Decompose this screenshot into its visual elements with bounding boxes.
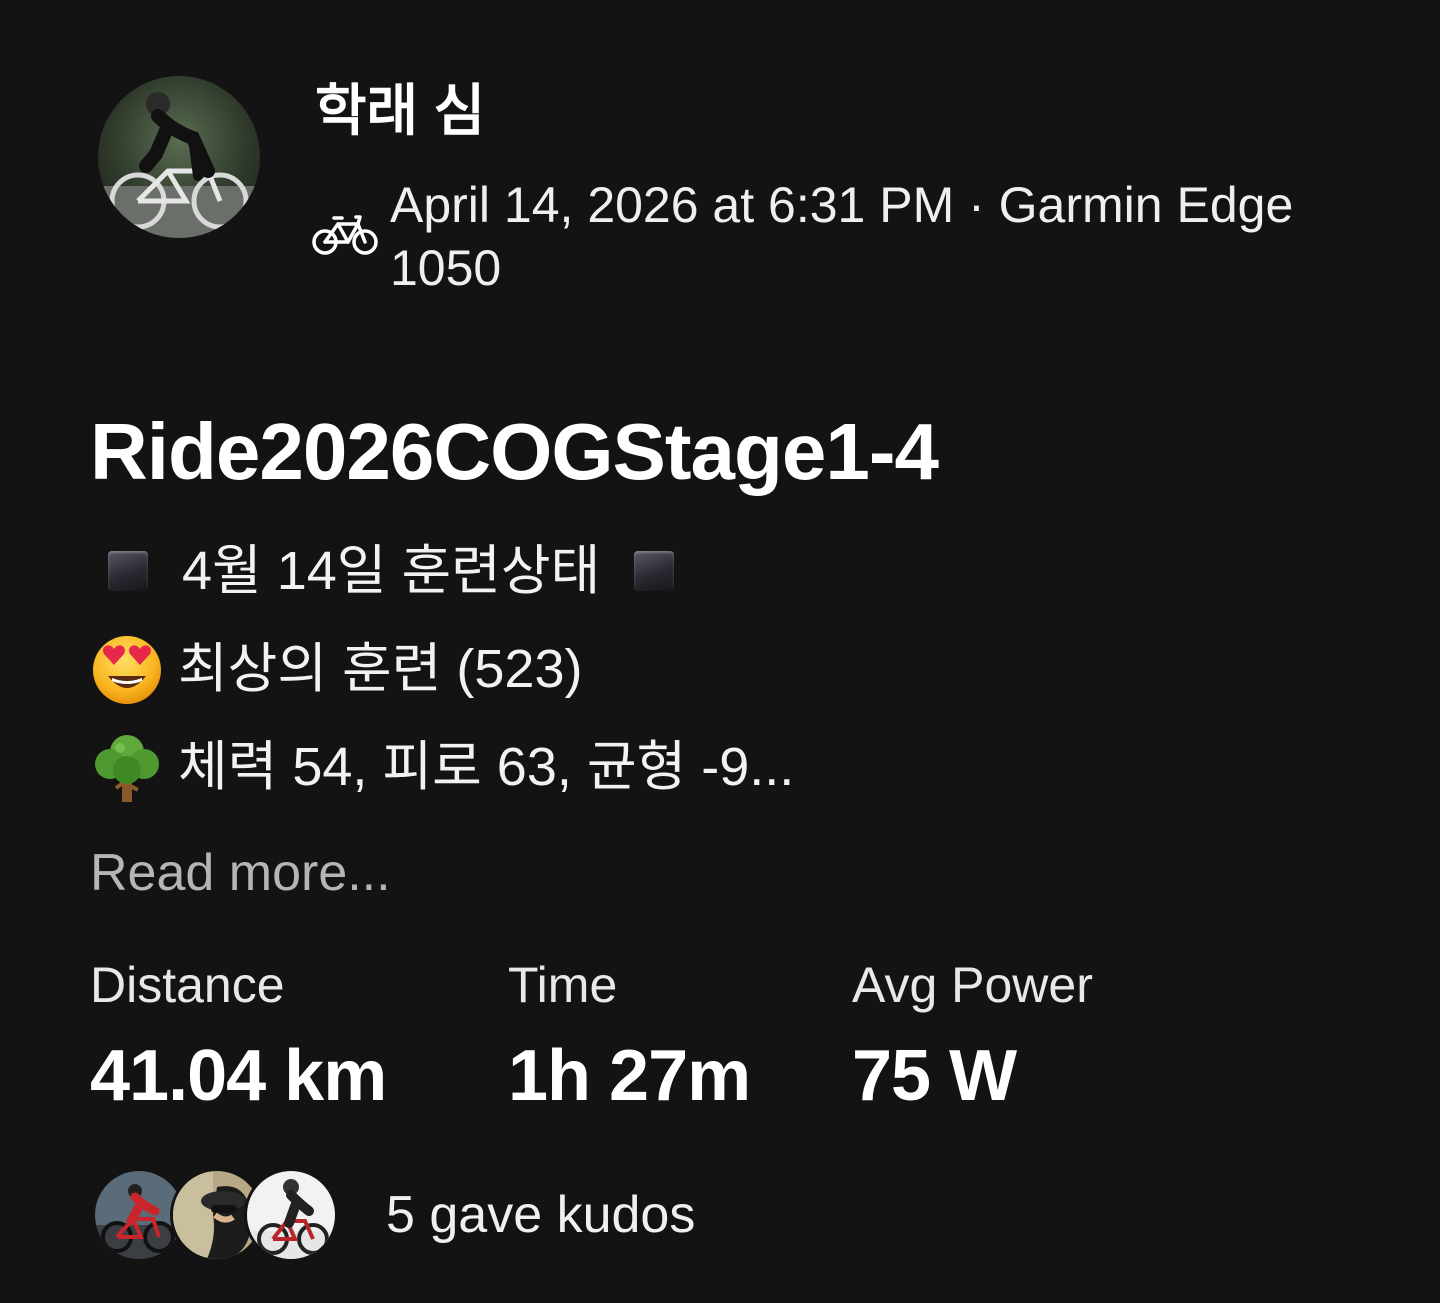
description-line-1: 4월 14일 훈련상태 — [90, 536, 675, 606]
activity-meta: April 14, 2026 at 6:31 PM · Garmin Edge … — [390, 177, 1294, 296]
stat-value-time: 1h 27m — [508, 1036, 751, 1116]
kudos-count[interactable]: 5 gave kudos — [386, 1182, 695, 1248]
bike-icon — [312, 212, 378, 256]
kudos-avatar-3[interactable] — [244, 1168, 338, 1262]
athlete-avatar[interactable] — [98, 76, 260, 238]
description-line-1-text: 4월 14일 훈련상태 — [182, 541, 601, 601]
stat-value-avg-power: 75 W — [852, 1036, 1017, 1116]
activity-title[interactable]: Ride2026COGStage1-4 — [90, 402, 939, 502]
black-square-icon — [634, 551, 675, 591]
stat-label-distance: Distance — [90, 957, 285, 1013]
stat-label-avg-power: Avg Power — [852, 957, 1093, 1013]
heart-eyes-emoji-icon — [90, 632, 164, 706]
description-line-3-text: 체력 54, 피로 63, 균형 -9... — [178, 737, 795, 797]
description-line-2-text: 최상의 훈련 (523) — [178, 639, 583, 699]
stat-value-distance: 41.04 km — [90, 1036, 387, 1116]
description-line-2: 최상의 훈련 (523) — [90, 632, 582, 706]
read-more-link[interactable]: Read more... — [90, 838, 391, 908]
athlete-name[interactable]: 학래 심 — [315, 76, 485, 146]
stat-label-time: Time — [508, 957, 618, 1013]
black-square-icon — [108, 551, 148, 591]
tree-emoji-icon — [90, 730, 164, 804]
description-line-3: 체력 54, 피로 63, 균형 -9... — [90, 730, 794, 804]
